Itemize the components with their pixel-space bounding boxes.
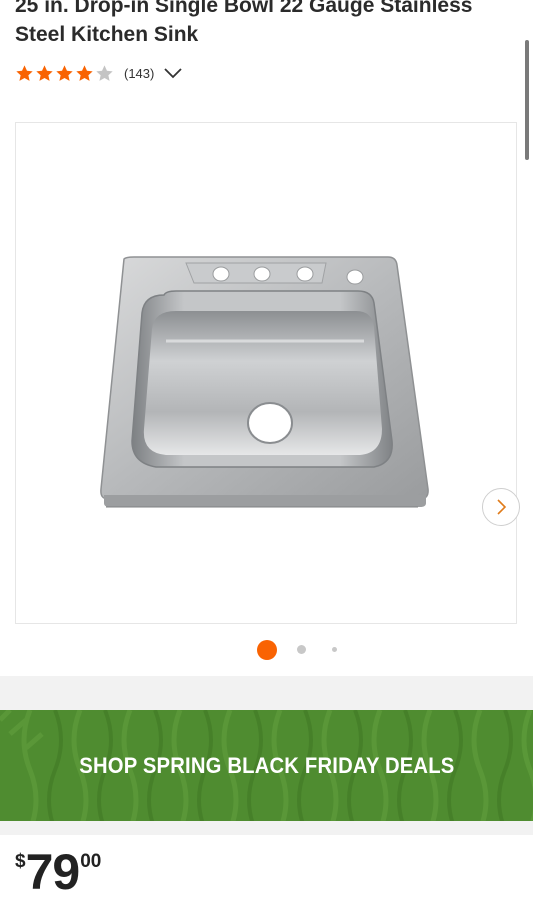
section-divider xyxy=(0,676,533,710)
promo-banner[interactable]: SHOP SPRING BLACK FRIDAY DEALS xyxy=(0,710,533,821)
price-cents: 00 xyxy=(80,851,102,872)
rating-summary[interactable]: (143) xyxy=(15,62,183,84)
product-price: $ 79 00 xyxy=(15,845,101,899)
chevron-down-icon[interactable] xyxy=(163,66,183,80)
chevron-right-icon xyxy=(497,499,507,515)
product-title: 25 in. Drop-in Single Bowl 22 Gauge Stai… xyxy=(15,0,473,46)
product-image xyxy=(100,256,429,508)
price-dollars: 79 xyxy=(25,844,81,900)
scrollbar[interactable] xyxy=(525,40,529,160)
review-count[interactable]: (143) xyxy=(124,66,154,81)
star-rating xyxy=(15,64,115,83)
star-full-icon xyxy=(36,64,53,81)
promo-label[interactable]: SHOP SPRING BLACK FRIDAY DEALS xyxy=(79,753,454,779)
next-image-button[interactable] xyxy=(482,488,520,526)
star-full-icon xyxy=(56,64,73,81)
price-currency: $ xyxy=(15,851,26,872)
gallery-pagination xyxy=(0,640,533,660)
product-image-gallery[interactable] xyxy=(15,122,520,624)
star-full-icon xyxy=(76,64,93,81)
pagination-dot[interactable] xyxy=(297,645,306,654)
pagination-dot[interactable] xyxy=(332,647,337,652)
section-divider xyxy=(0,821,533,835)
star-full-icon xyxy=(16,64,33,81)
star-empty-icon xyxy=(96,64,113,81)
pagination-dot-active[interactable] xyxy=(257,640,277,660)
